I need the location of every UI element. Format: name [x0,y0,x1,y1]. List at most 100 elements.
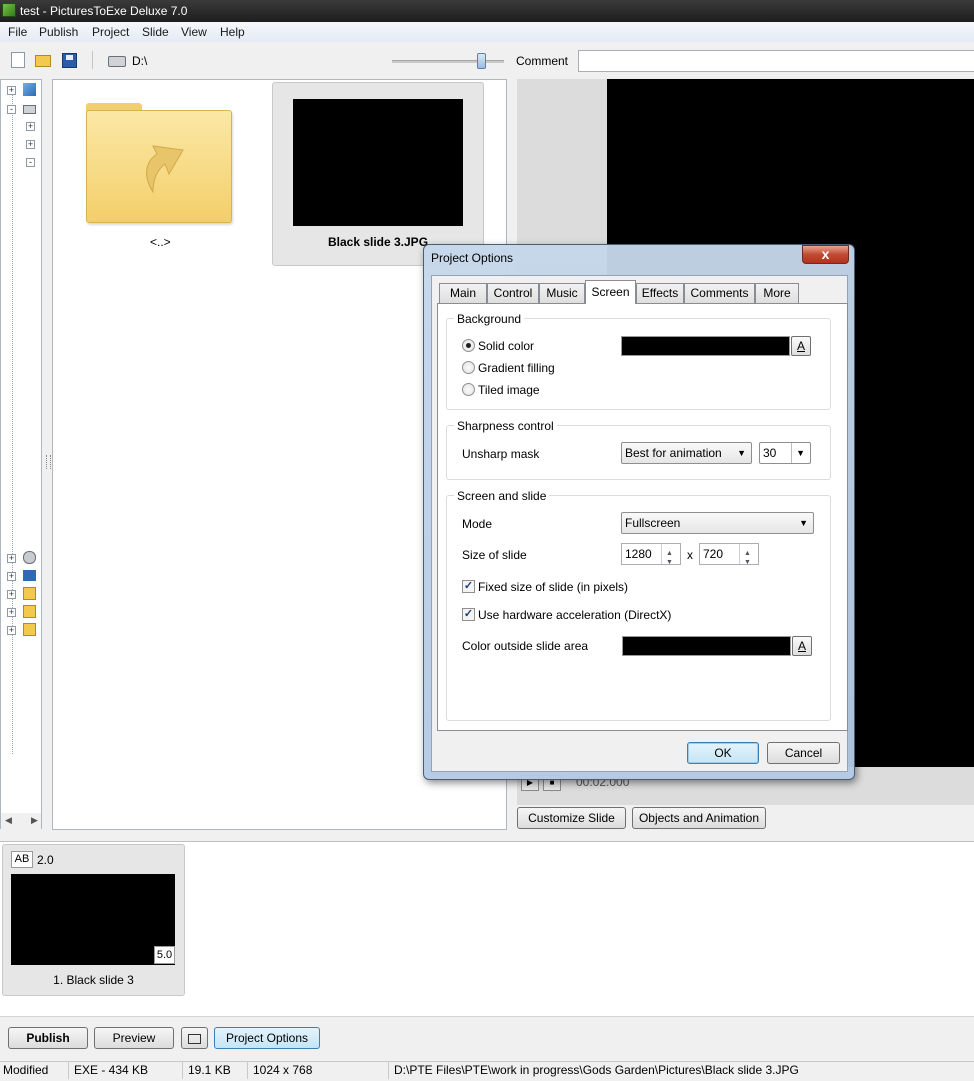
unsharp-amount-select[interactable]: 30 ▼ [759,442,811,464]
status-separator [68,1062,69,1079]
tree-expand-toggle[interactable]: + [7,626,16,635]
slide-height-stepper[interactable]: 720 ▲ ▼ [699,543,759,566]
screen-slide-legend: Screen and slide [454,489,550,503]
objects-animation-button[interactable]: Objects and Animation [632,807,766,829]
tiled-image-label[interactable]: Tiled image [478,383,540,397]
background-color-button[interactable]: A [791,336,811,356]
screen-icon [188,1034,201,1044]
toolbar-separator [92,51,93,69]
stepper-buttons[interactable]: ▲ ▼ [739,544,758,566]
ok-button[interactable]: OK [687,742,759,764]
tab-more[interactable]: More [755,283,799,303]
monitor-icon[interactable] [23,570,36,581]
tiled-image-radio[interactable] [462,383,475,396]
status-separator [388,1062,389,1079]
folder-tree[interactable]: + - + + - + + + + + ◀ ▶ [0,79,42,829]
tree-line [12,94,13,754]
desktop-icon[interactable] [23,83,36,96]
cancel-button[interactable]: Cancel [767,742,840,764]
decrement-icon[interactable]: ▼ [744,553,751,573]
up-arrow-icon [146,145,184,194]
size-separator: x [687,548,693,562]
app-icon [2,3,16,17]
chevron-down-icon: ▼ [737,448,746,458]
comment-input[interactable] [578,50,974,72]
tab-main[interactable]: Main [439,283,487,303]
menu-project[interactable]: Project [92,25,129,39]
transition-badge[interactable]: AB [11,851,33,868]
network-drive-icon[interactable] [23,551,36,564]
slide-thumbnail[interactable] [11,874,175,965]
outside-color-button[interactable]: A [792,636,812,656]
close-icon[interactable]: x [802,245,849,264]
zoom-slider-track[interactable] [392,60,504,63]
tree-expand-toggle[interactable]: + [7,572,16,581]
transition-duration: 2.0 [37,853,54,867]
mode-label: Mode [462,517,493,531]
fixed-size-checkbox[interactable]: ✓ [462,580,475,593]
tab-effects[interactable]: Effects [636,283,684,303]
decrement-icon[interactable]: ▼ [666,553,673,573]
outside-color-swatch[interactable] [622,636,791,656]
tab-music[interactable]: Music [539,283,585,303]
hardware-acceleration-checkbox[interactable]: ✓ [462,608,475,621]
tab-control[interactable]: Control [487,283,539,303]
tree-expand-toggle[interactable]: + [7,590,16,599]
unsharp-mode-select[interactable]: Best for animation ▼ [621,442,752,464]
status-path: D:\PTE Files\PTE\work in progress\Gods G… [394,1063,799,1077]
title-bar: test - PicturesToExe Deluxe 7.0 [0,0,974,22]
slide-height-value: 720 [703,547,724,561]
publish-button[interactable]: Publish [8,1027,88,1049]
scroll-left-icon[interactable]: ◀ [5,815,12,826]
tree-collapse-toggle[interactable]: - [26,158,35,167]
videos-folder-icon[interactable] [23,623,36,636]
menu-slide[interactable]: Slide [142,25,169,39]
zoom-slider-thumb[interactable] [477,53,486,69]
menu-view[interactable]: View [181,25,207,39]
hardware-acceleration-label[interactable]: Use hardware acceleration (DirectX) [478,608,671,622]
mode-select[interactable]: Fullscreen ▼ [621,512,814,534]
tab-screen[interactable]: Screen [585,280,636,304]
tree-expand-toggle[interactable]: + [7,554,16,563]
splitter-grip[interactable] [46,455,51,469]
project-options-button[interactable]: Project Options [214,1027,320,1049]
tree-expand-toggle[interactable]: + [26,122,35,131]
window-title: test - PicturesToExe Deluxe 7.0 [20,4,188,18]
drive-icon [108,56,126,67]
gradient-filling-radio[interactable] [462,361,475,374]
chevron-down-icon: ▼ [799,518,808,528]
slide-size-label: Size of slide [462,548,527,562]
background-color-swatch[interactable] [621,336,790,356]
view-toggle-button[interactable] [181,1027,208,1049]
tree-collapse-toggle[interactable]: - [7,105,16,114]
menu-file[interactable]: File [8,25,27,39]
outside-color-label: Color outside slide area [462,639,589,653]
preview-button[interactable]: Preview [94,1027,174,1049]
tree-expand-toggle[interactable]: + [26,140,35,149]
fixed-size-label[interactable]: Fixed size of slide (in pixels) [478,580,628,594]
background-legend: Background [454,312,525,326]
status-separator [182,1062,183,1079]
status-separator [247,1062,248,1079]
menu-publish[interactable]: Publish [39,25,78,39]
slide-duration[interactable]: 5.0 [154,946,175,964]
save-icon[interactable] [62,53,77,68]
file-thumbnail[interactable] [293,99,463,226]
pictures-folder-icon[interactable] [23,605,36,618]
solid-color-label[interactable]: Solid color [478,339,534,353]
documents-folder-icon[interactable] [23,587,36,600]
scroll-right-icon[interactable]: ▶ [31,815,38,826]
menu-help[interactable]: Help [220,25,245,39]
gradient-filling-label[interactable]: Gradient filling [478,361,555,375]
new-file-icon[interactable] [11,52,25,68]
customize-slide-button[interactable]: Customize Slide [517,807,626,829]
open-folder-icon[interactable] [35,55,51,67]
tree-expand-toggle[interactable]: + [7,86,16,95]
stepper-buttons[interactable]: ▲ ▼ [661,544,680,566]
tab-comments[interactable]: Comments [684,283,755,303]
tree-horizontal-scrollbar[interactable]: ◀ ▶ [1,813,41,829]
computer-icon[interactable] [23,105,36,114]
slide-width-stepper[interactable]: 1280 ▲ ▼ [621,543,681,566]
tree-expand-toggle[interactable]: + [7,608,16,617]
solid-color-radio[interactable] [462,339,475,352]
